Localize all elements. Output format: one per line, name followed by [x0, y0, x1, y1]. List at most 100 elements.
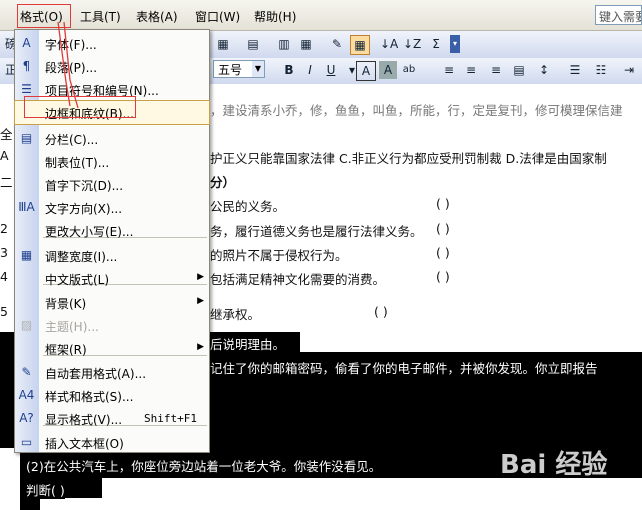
justify-icon[interactable]: ▤ — [510, 61, 528, 79]
menu-item-icon — [18, 176, 35, 193]
doc-line-12: 判断( ) — [26, 480, 65, 499]
format-menu-item[interactable]: A? 显示格式(V)... Shift+F1 — [15, 407, 209, 430]
menu-item-label: 更改大小写(E)... — [45, 225, 134, 239]
char-border-button[interactable]: A — [356, 61, 376, 81]
bullets-icon[interactable]: ☷ — [592, 61, 610, 79]
menu-item-label: 插入文本框(O) — [45, 437, 124, 451]
menu-item-icon: ▭ — [20, 435, 33, 449]
submenu-arrow-icon: ▶ — [197, 272, 204, 282]
format-menu-item[interactable]: ▭ 插入文本框(O) — [15, 431, 209, 454]
sort-descending-icon[interactable]: ↓Z — [403, 35, 421, 53]
char-shading-button[interactable]: A — [379, 61, 397, 79]
format-menu-item[interactable]: ✎ 自动套用格式(A)... — [15, 361, 209, 384]
margin-char: 4 — [0, 269, 8, 284]
margin-char: A — [0, 148, 9, 163]
doc-line-9: 后说明理由。 — [210, 334, 286, 353]
format-menu-item[interactable]: 框架(R) ▶ — [15, 337, 209, 360]
doc-line-3: 分） — [210, 175, 236, 190]
doc-paren-8: ( ) — [374, 304, 388, 319]
menu-item-label: 自动套用格式(A)... — [45, 367, 147, 381]
doc-line-10: 记住了你的邮箱密码，偷看了你的电子邮件，并被你发现。你立即报告 — [210, 358, 598, 377]
line-spacing-icon[interactable]: ↕ — [535, 61, 553, 79]
doc-paren-6: ( ) — [436, 245, 450, 260]
sort-ascending-icon[interactable]: ↓A — [380, 35, 398, 53]
menu-item-label: 框架(R) — [45, 343, 87, 357]
indent-icon[interactable]: ⇥ — [620, 61, 638, 79]
columns-icon[interactable]: ▤ — [244, 35, 262, 53]
font-size-select[interactable]: 五号 ▼ — [213, 60, 265, 78]
menu-table[interactable]: 表格(A) — [136, 8, 178, 25]
menu-item-icon: ▤ — [20, 131, 33, 145]
menu-item-label: 调整宽度(I)... — [45, 250, 118, 264]
submenu-arrow-icon: ▶ — [197, 296, 204, 306]
menu-item-icon — [18, 222, 35, 239]
doc-line-1: ，建设清系小乔，修，鱼鱼，叫鱼，所能，行，定是复刊，修可模理保信建 — [210, 103, 623, 118]
menu-item-label: 首字下沉(D)... — [45, 179, 124, 193]
format-menu-item[interactable]: 制表位(T)... — [15, 150, 209, 173]
menu-window[interactable]: 窗口(W) — [195, 8, 240, 25]
doc-paren-5: ( ) — [436, 221, 450, 236]
margin-char: 2 — [0, 221, 8, 236]
menu-item-shortcut: Shift+F1 — [144, 412, 197, 425]
menu-bar: 格式(O) 工具(T) 表格(A) 窗口(W) 帮助(H) 键入需要 — [0, 0, 642, 31]
menu-item-icon — [18, 340, 35, 357]
doc-line-7: 包括满足精神文化需要的消费。 — [210, 272, 386, 287]
table-toggle-icon[interactable]: ▦ — [350, 35, 370, 55]
align-left-icon[interactable]: ≡ — [440, 61, 458, 79]
format-menu-item: ▨ 主题(H)... — [15, 314, 209, 337]
italic-button[interactable]: I — [301, 61, 319, 79]
menu-item-label: 背景(K) — [45, 297, 87, 311]
format-menu-item[interactable]: ⅢA 文字方向(X)... — [15, 196, 209, 219]
split-icon[interactable]: ▦ — [297, 35, 315, 53]
doc-line-2: 护正义只能靠国家法律 C.非正义行为都应受刑罚制裁 D.法律是由国家制 — [210, 151, 607, 166]
help-search-input[interactable]: 键入需要 — [595, 5, 642, 25]
menu-item-icon: ⅢA — [18, 200, 35, 214]
submenu-arrow-icon: ▶ — [197, 342, 204, 352]
menu-item-icon: A? — [19, 411, 34, 425]
menu-item-label: 显示格式(V)... — [45, 413, 123, 427]
menu-item-label: 分栏(C)... — [45, 133, 99, 147]
format-menu-item[interactable]: 首字下沉(D)... — [15, 173, 209, 196]
annotation-arrow — [57, 21, 79, 109]
menu-item-icon: A4 — [18, 388, 35, 402]
format-menu-item[interactable]: A4 样式和格式(S)... — [15, 384, 209, 407]
table-icon[interactable]: ▦ — [214, 35, 232, 53]
doc-line-8: 继承权。 — [210, 307, 261, 322]
align-right-icon[interactable]: ≡ — [487, 61, 505, 79]
menu-item-icon — [18, 153, 35, 170]
menu-tools[interactable]: 工具(T) — [80, 8, 121, 25]
align-center-icon[interactable]: ≡ — [462, 61, 480, 79]
format-menu-item[interactable]: 背景(K) ▶ — [15, 291, 209, 314]
doc-line-11: (2)在公共汽车上，你座位旁边站着一位老大爷。你装作没看见。 — [26, 456, 382, 475]
doc-line-6: 的照片不属于侵权行为。 — [210, 248, 348, 263]
numbering-icon[interactable]: ☰ — [566, 61, 584, 79]
menu-item-label: 文字方向(X)... — [45, 202, 123, 216]
chevron-down-icon[interactable]: ▼ — [252, 61, 264, 77]
bold-button[interactable]: B — [280, 61, 298, 79]
underline-button[interactable]: U — [322, 61, 340, 79]
menu-item-label: 主题(H)... — [45, 320, 99, 334]
format-menu-item[interactable]: ▤ 分栏(C)... — [15, 127, 209, 150]
format-menu-item[interactable]: ▦ 调整宽度(I)... — [15, 244, 209, 267]
toolbar-overflow-icon[interactable]: ▾ — [450, 35, 460, 53]
font-size-value: 五号 — [218, 63, 243, 77]
highlight-button[interactable]: ab — [400, 61, 418, 79]
grid-icon[interactable]: ▥ — [275, 35, 293, 53]
menu-item-label: 制表位(T)... — [45, 156, 110, 170]
menu-item-icon: ✎ — [21, 365, 32, 379]
doc-paren-4: ( ) — [436, 196, 450, 211]
format-menu-item[interactable]: 更改大小写(E)... — [15, 219, 209, 242]
menu-item-icon — [18, 294, 35, 311]
menu-item-icon: ▨ — [20, 318, 33, 332]
margin-char: 二 — [0, 175, 13, 190]
margin-char: 全 — [0, 127, 13, 142]
autosum-icon[interactable]: Σ — [427, 35, 445, 53]
menu-item-icon — [18, 270, 35, 287]
margin-char: 3 — [0, 245, 8, 260]
drawing-icon[interactable]: ✎ — [328, 35, 346, 53]
format-menu-item[interactable]: 中文版式(L) ▶ — [15, 267, 209, 290]
menu-help[interactable]: 帮助(H) — [254, 8, 296, 25]
watermark-logo: Bai 经验 — [500, 450, 608, 480]
doc-line-4: 公民的义务。 — [210, 199, 286, 214]
doc-line-5: 务，履行道德义务也是履行法律义务。 — [210, 224, 423, 239]
